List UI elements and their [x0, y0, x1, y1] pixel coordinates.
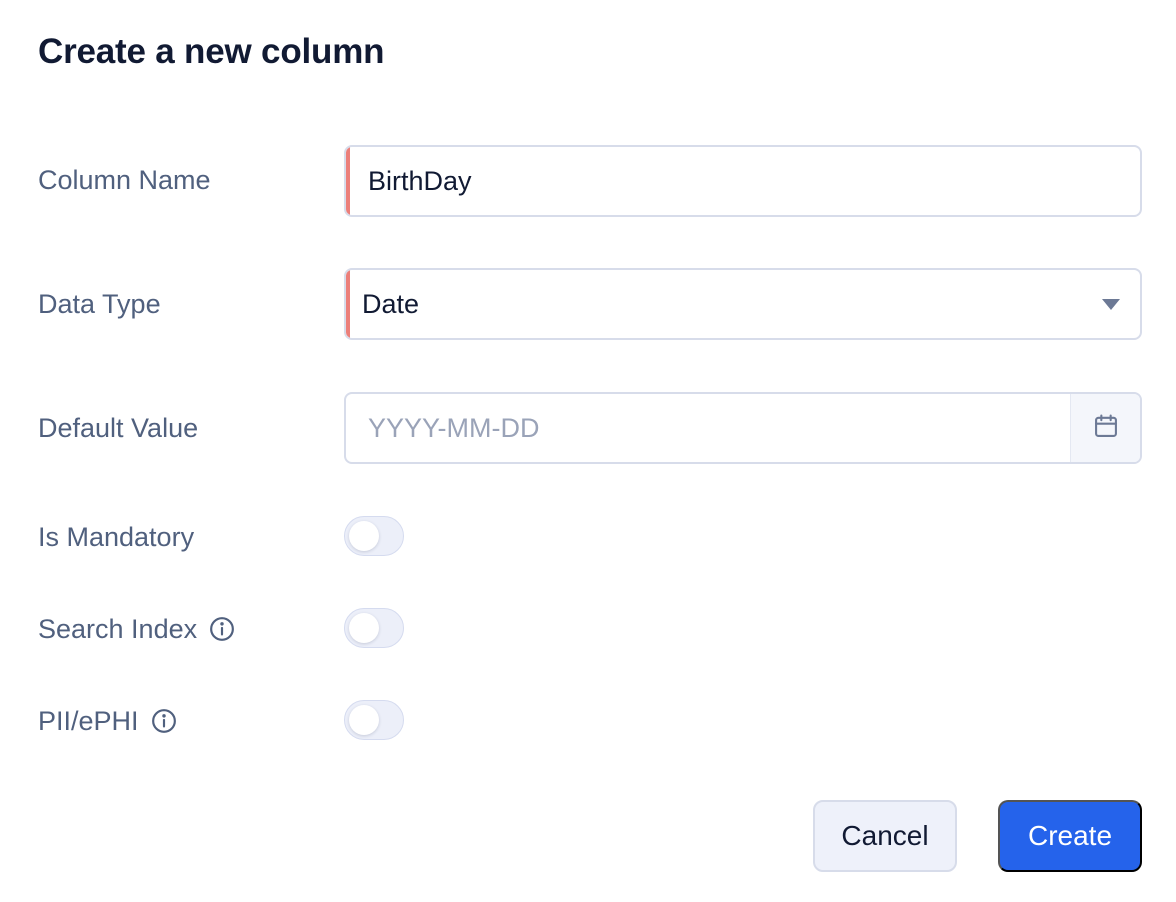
default-value-placeholder[interactable]: YYYY-MM-DD: [346, 413, 1070, 444]
is-mandatory-label-text: Is Mandatory: [38, 521, 195, 552]
search-index-label-text: Search Index: [38, 613, 198, 644]
dialog-title: Create a new column: [38, 32, 385, 71]
is-mandatory-label: Is Mandatory: [38, 517, 194, 557]
column-name-label-text: Column Name: [38, 164, 211, 195]
toggle-knob: [349, 705, 379, 735]
data-type-label-text: Data Type: [38, 288, 161, 319]
info-icon[interactable]: [151, 708, 177, 734]
pii-ephi-label: PII/ePHI: [38, 701, 177, 741]
column-name-value[interactable]: BirthDay: [346, 166, 1140, 197]
chevron-down-icon[interactable]: [1102, 298, 1120, 310]
info-icon[interactable]: [209, 616, 235, 642]
toggle-knob: [349, 613, 379, 643]
search-index-toggle[interactable]: [344, 608, 404, 648]
create-column-dialog: Create a new column Column Name BirthDay…: [0, 0, 1176, 902]
cancel-button[interactable]: Cancel: [813, 800, 957, 872]
calendar-icon[interactable]: [1092, 412, 1120, 445]
data-type-label: Data Type: [38, 284, 161, 324]
search-index-label: Search Index: [38, 609, 235, 649]
toggle-knob: [349, 521, 379, 551]
pii-ephi-toggle[interactable]: [344, 700, 404, 740]
create-button[interactable]: Create: [998, 800, 1142, 872]
is-mandatory-toggle[interactable]: [344, 516, 404, 556]
column-name-label: Column Name: [38, 160, 211, 200]
data-type-select[interactable]: Date: [344, 268, 1142, 340]
pii-ephi-label-text: PII/ePHI: [38, 705, 139, 736]
column-name-input[interactable]: BirthDay: [344, 145, 1142, 217]
default-value-label-text: Default Value: [38, 412, 199, 443]
default-value-label: Default Value: [38, 408, 198, 448]
data-type-value[interactable]: Date: [346, 289, 1102, 320]
calendar-button[interactable]: [1070, 394, 1140, 462]
default-value-date-input[interactable]: YYYY-MM-DD: [344, 392, 1142, 464]
